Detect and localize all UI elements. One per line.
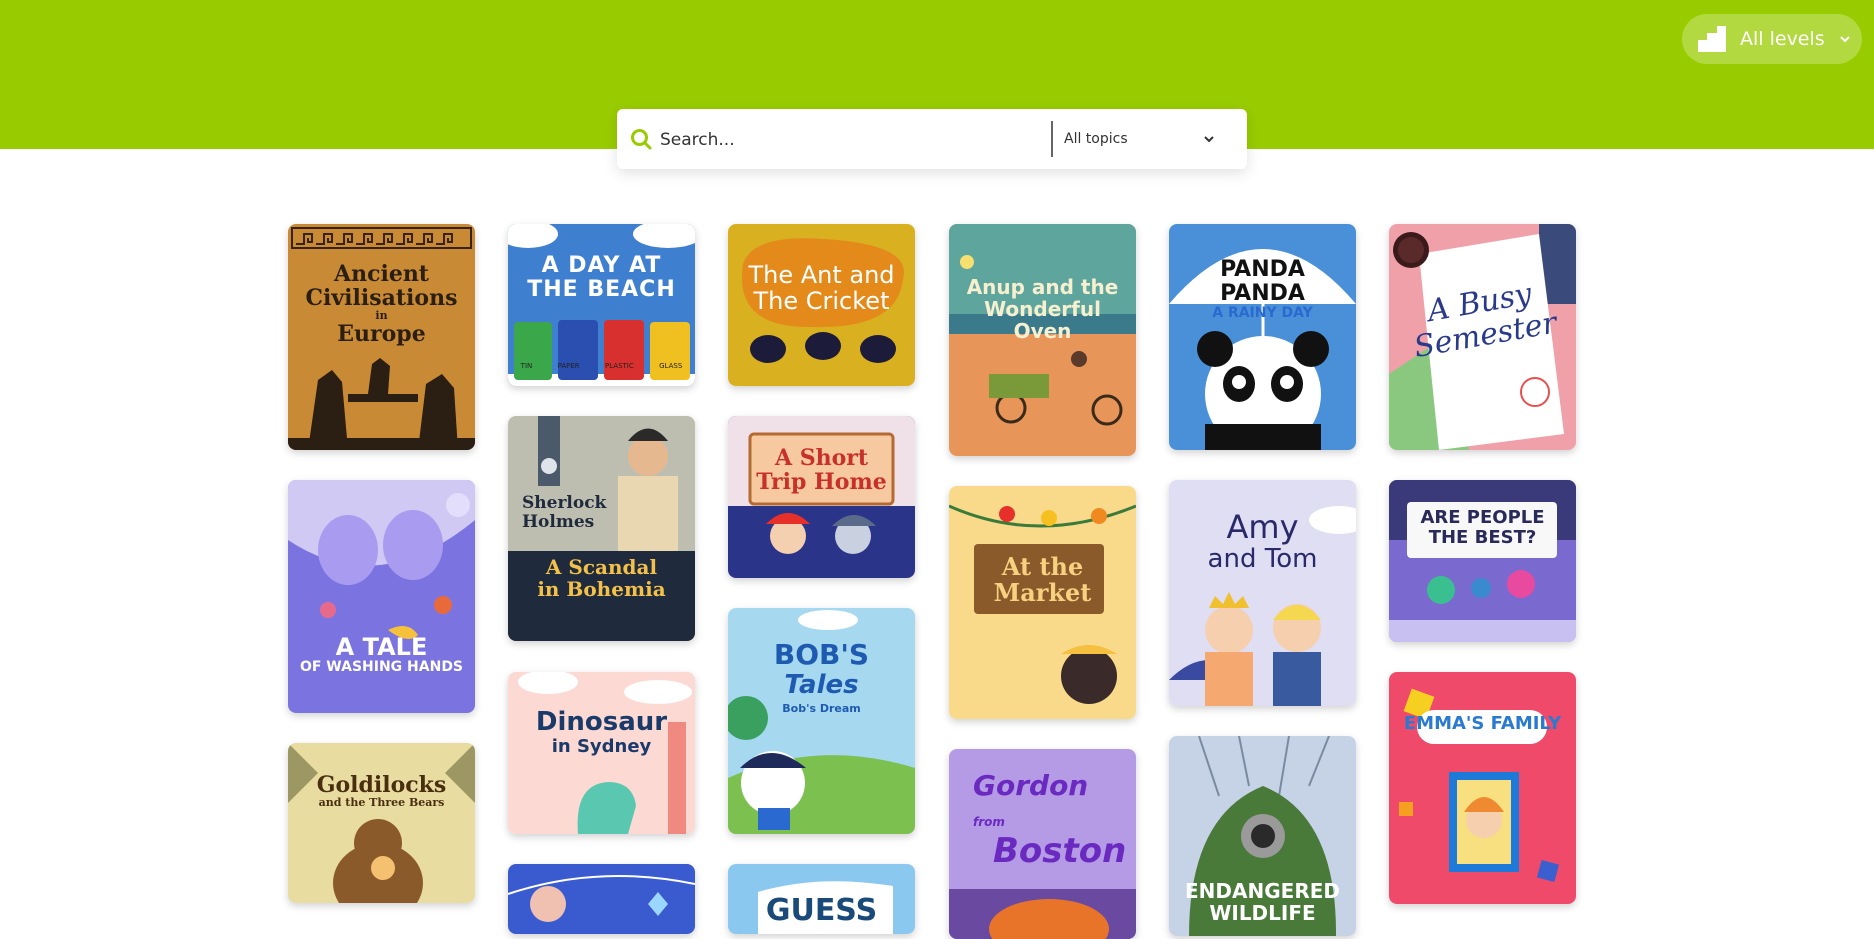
all-levels-label: All levels xyxy=(1740,28,1825,50)
book-title: At the Market xyxy=(993,552,1092,608)
book-title: A Short Trip Home xyxy=(756,445,887,496)
book-guess[interactable]: GUESS xyxy=(728,864,915,934)
book-goldilocks[interactable]: Goldilocks and the Three Bears xyxy=(288,743,475,903)
book-at-the-market[interactable]: At the Market xyxy=(949,486,1136,719)
search-bar: All topics xyxy=(617,109,1247,169)
book-cover-art xyxy=(288,743,475,903)
book-amy-and-tom[interactable]: Amy and Tom xyxy=(1169,480,1356,706)
topic-select-label: All topics xyxy=(1064,131,1128,147)
book-title: Gordon from Boston xyxy=(973,769,1127,871)
search-icon xyxy=(631,129,652,150)
book-anup-wonderful-oven[interactable]: Anup and the Wonderful Oven xyxy=(949,224,1136,456)
book-cover-art xyxy=(728,416,915,578)
book-cover-art xyxy=(508,864,695,934)
search-input[interactable] xyxy=(658,123,1052,157)
book-are-people-the-best[interactable]: ARE PEOPLE THE BEST? xyxy=(1389,480,1576,642)
book-cover-art xyxy=(1389,480,1576,642)
book-ancient-civilisations[interactable]: Ancient Civilisations in Europe xyxy=(288,224,475,450)
book-bobs-tales[interactable]: BOB'S Tales Bob's Dream xyxy=(728,608,915,834)
book-tale-of-washing-hands[interactable]: A TALE OF WASHING HANDS xyxy=(288,480,475,713)
book-title: BOB'S Tales Bob's Dream xyxy=(773,638,870,716)
book-title: Ancient Civilisations in Europe xyxy=(305,261,458,348)
book-title: Anup and the Wonderful Oven xyxy=(966,275,1119,343)
book-title: Goldilocks and the Three Bears xyxy=(316,772,447,810)
book-title: GUESS xyxy=(765,893,878,928)
chevron-down-icon xyxy=(1839,36,1850,43)
book-title: EMMA'S FAMILY xyxy=(1403,713,1562,734)
book-title: ARE PEOPLE THE BEST? xyxy=(1420,507,1545,548)
book-short-trip-home[interactable]: A Short Trip Home xyxy=(728,416,915,578)
book-gordon-from-boston[interactable]: Gordon from Boston xyxy=(949,749,1136,939)
book-sherlock-holmes[interactable]: Sherlock Holmes A Scandal in Bohemia xyxy=(508,416,695,641)
book-title: A DAY AT THE BEACH xyxy=(527,253,676,303)
chevron-down-icon xyxy=(1204,136,1214,143)
book-endangered-wildlife[interactable]: ENDANGERED WILDLIFE xyxy=(1169,736,1356,936)
book-title: PANDA PANDA A RAINY DAY xyxy=(1212,257,1313,322)
levels-bars-icon xyxy=(1698,26,1726,52)
book-day-at-the-beach[interactable]: A DAY AT THE BEACH TIN PAPER PLASTIC GLA… xyxy=(508,224,695,386)
book-dinosaur-in-sydney[interactable]: Dinosaur in Sydney xyxy=(508,672,695,834)
book-cover-partial[interactable] xyxy=(508,864,695,934)
book-busy-semester[interactable]: A Busy Semester xyxy=(1389,224,1576,450)
search-divider xyxy=(1051,121,1053,157)
topic-select[interactable]: All topics xyxy=(1064,123,1234,155)
book-title: Dinosaur in Sydney xyxy=(535,707,668,757)
book-panda-panda[interactable]: PANDA PANDA A RAINY DAY xyxy=(1169,224,1356,450)
bin-labels: TIN PAPER PLASTIC GLASS xyxy=(520,362,683,370)
book-title: Amy and Tom xyxy=(1207,508,1318,575)
all-levels-button[interactable]: All levels xyxy=(1682,14,1862,64)
book-title: Sherlock Holmes xyxy=(522,493,607,532)
book-cover-art xyxy=(1389,672,1576,904)
book-cover-art xyxy=(288,480,475,713)
book-title: A TALE OF WASHING HANDS xyxy=(299,633,464,676)
book-emmas-family[interactable]: EMMA'S FAMILY xyxy=(1389,672,1576,904)
book-title: The Ant and The Cricket xyxy=(748,261,895,316)
book-subtitle: A Scandal in Bohemia xyxy=(537,555,666,601)
book-title: ENDANGERED WILDLIFE xyxy=(1185,879,1340,925)
book-ant-and-cricket[interactable]: The Ant and The Cricket xyxy=(728,224,915,386)
